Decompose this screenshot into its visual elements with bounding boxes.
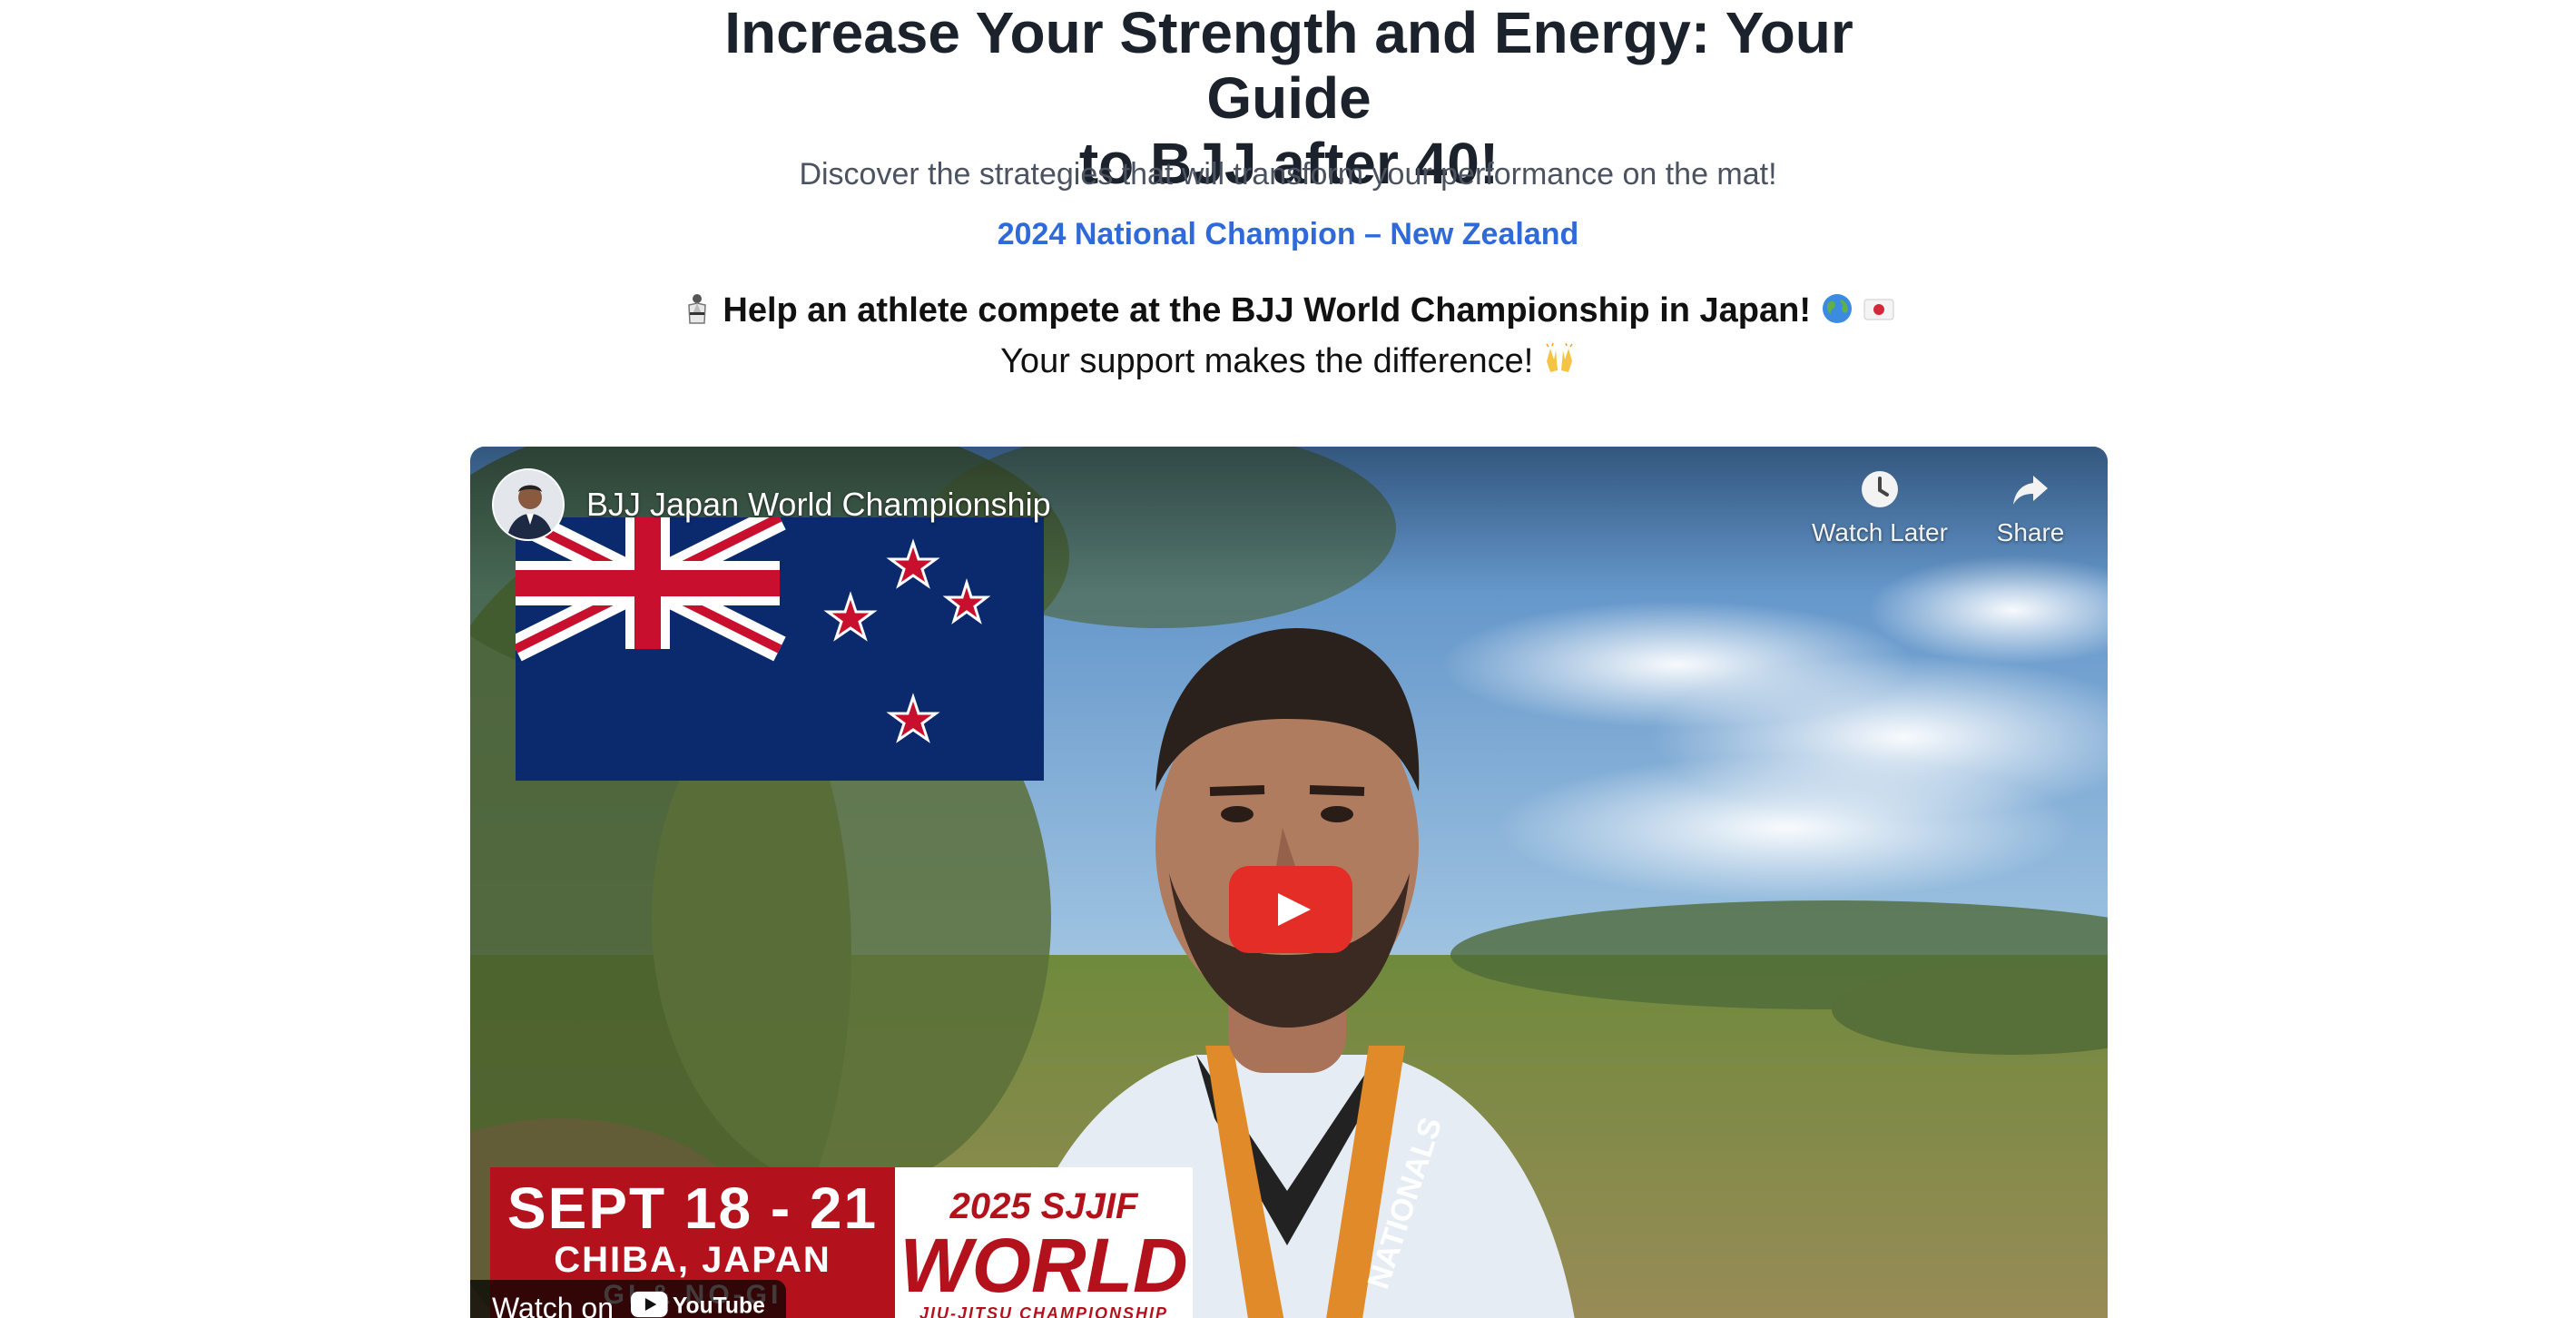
page-subtitle: Discover the strategies that will transf…: [799, 157, 1777, 192]
watch-later-label: Watch Later: [1812, 518, 1948, 546]
event-dates: SEPT 18 - 21: [506, 1175, 879, 1241]
youtube-logo-text: YouTube: [673, 1293, 765, 1318]
japan-flag-emoji-icon: [1863, 299, 1894, 320]
share-label: Share: [1996, 518, 2065, 546]
raised-hands-emoji-icon: [1546, 343, 1573, 372]
channel-avatar[interactable]: [492, 468, 565, 541]
share-arrow-icon: [2013, 476, 2048, 505]
play-button[interactable]: [1229, 866, 1352, 953]
watch-on-label: Watch on: [492, 1292, 614, 1318]
event-subtitle: JIU-JITSU CHAMPIONSHIP: [919, 1304, 1169, 1318]
event-place: CHIBA, JAPAN: [554, 1240, 831, 1280]
gi-emoji-icon: [688, 294, 706, 324]
youtube-logo-icon: YouTube: [630, 1283, 767, 1318]
support-line: Your support makes the difference!: [0, 339, 2576, 383]
clock-icon: [1862, 471, 1898, 507]
event-logo-panel: 2025 SJJIF WORLD JIU-JITSU CHAMPIONSHIP: [895, 1167, 1193, 1318]
page-title-line1: Increase Your Strength and Energy: Your …: [724, 0, 1853, 131]
support-text: Your support makes the difference!: [1000, 342, 1534, 380]
video-title[interactable]: BJJ Japan World Championship: [586, 485, 1051, 525]
help-athlete-text: Help an athlete compete at the BJJ World…: [723, 291, 1812, 330]
share-button[interactable]: Share: [1953, 468, 2108, 548]
champion-link[interactable]: 2024 National Champion – New Zealand: [0, 214, 2576, 254]
event-year-org: 2025 SJJIF: [949, 1186, 1138, 1226]
new-zealand-flag-image: [516, 517, 1044, 781]
watch-on-youtube-button[interactable]: Watch on YouTube: [470, 1280, 786, 1318]
watch-later-button[interactable]: Watch Later: [1803, 468, 1957, 548]
help-athlete-heading: Help an athlete compete at the BJJ World…: [0, 289, 2576, 332]
globe-emoji-icon: [1822, 294, 1852, 323]
event-world: WORLD: [900, 1223, 1188, 1308]
youtube-video-embed[interactable]: NATIONALS BJJ Japan World Championship W…: [470, 447, 2108, 1318]
